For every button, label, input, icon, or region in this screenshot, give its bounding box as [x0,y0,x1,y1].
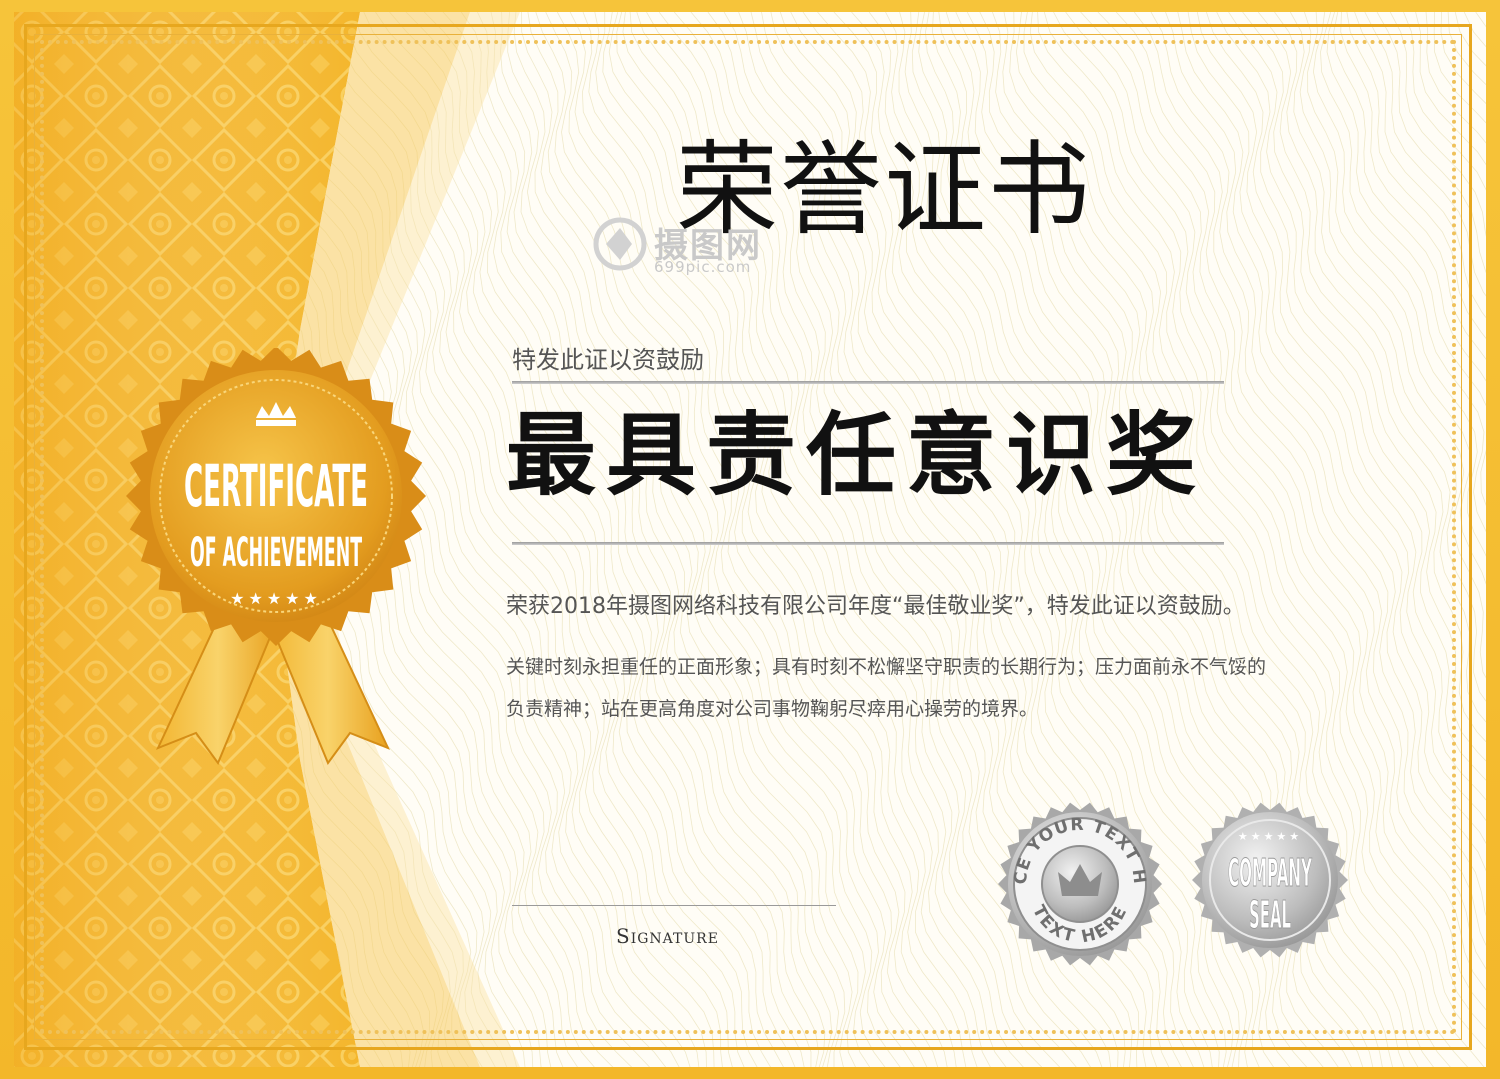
stamp2-line2: SEAL [1249,893,1291,937]
achievement-seal: CERTIFICATE OF ACHIEVEMENT ★★★★★ [126,348,426,766]
stamp2-line1: COMPANY [1228,851,1312,895]
seal-line1: CERTIFICATE [184,452,368,520]
seal-line2: OF ACHIEVEMENT [190,530,362,576]
description-line2: 关键时刻永担重任的正面形象；具有时刻不松懈坚守职责的长期行为；压力面前永不气馁的 [506,656,1267,678]
signature-label: Signature [616,924,719,948]
divider-top [512,381,1224,384]
divider-bottom [512,542,1224,545]
seal-stars: ★★★★★ [230,589,322,608]
watermark-url: 699pic.com [654,258,752,276]
stamp-text-here: PLACE YOUR TEXT HERE TEXT HERE [996,800,1162,966]
company-seal: ★★★★★ COMPANY SEAL [1192,802,1348,958]
description-line1: 荣获2018年摄图网络科技有限公司年度“最佳敬业奖”，特发此证以资鼓励。 [506,594,1245,619]
certificate-subtitle: 特发此证以资鼓励 [512,346,704,374]
stamp2-stars: ★★★★★ [1238,830,1302,843]
certificate-page: CERTIFICATE OF ACHIEVEMENT ★★★★★ 荣誉证书 摄图… [0,0,1500,1079]
signature-line [512,905,836,906]
description-line3: 负责精神；站在更高角度对公司事物鞠躬尽瘁用心操劳的境界。 [506,698,1039,720]
award-name: 最具责任意识奖 [506,403,1206,508]
watermark-logo-icon [593,217,647,271]
